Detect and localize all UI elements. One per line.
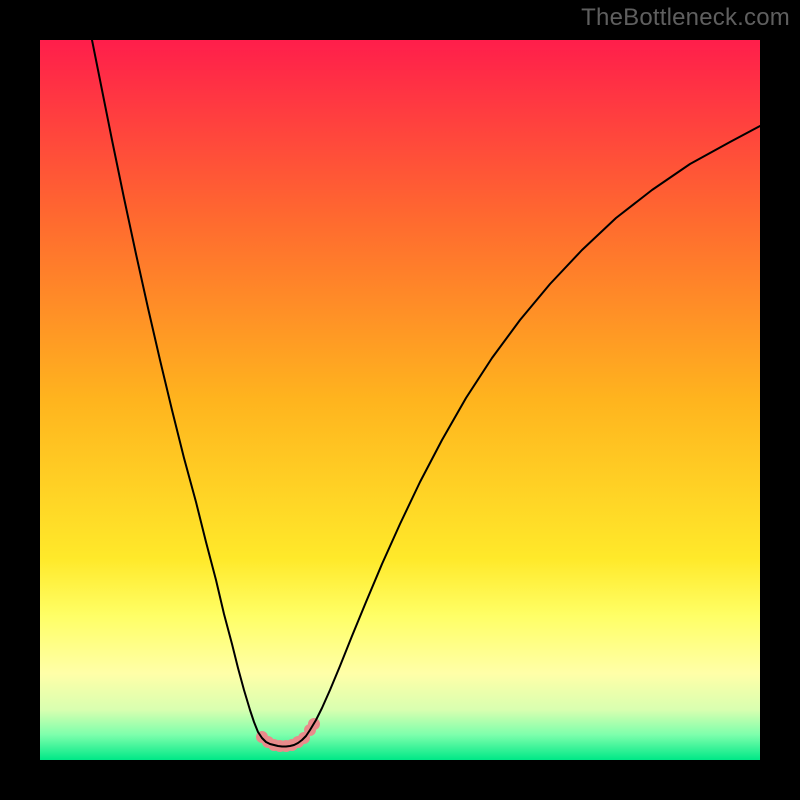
gradient-background — [40, 40, 760, 760]
watermark-text: TheBottleneck.com — [581, 4, 790, 32]
plot-area — [40, 40, 760, 760]
chart-svg — [40, 40, 760, 760]
chart-frame: TheBottleneck.com — [0, 0, 800, 800]
